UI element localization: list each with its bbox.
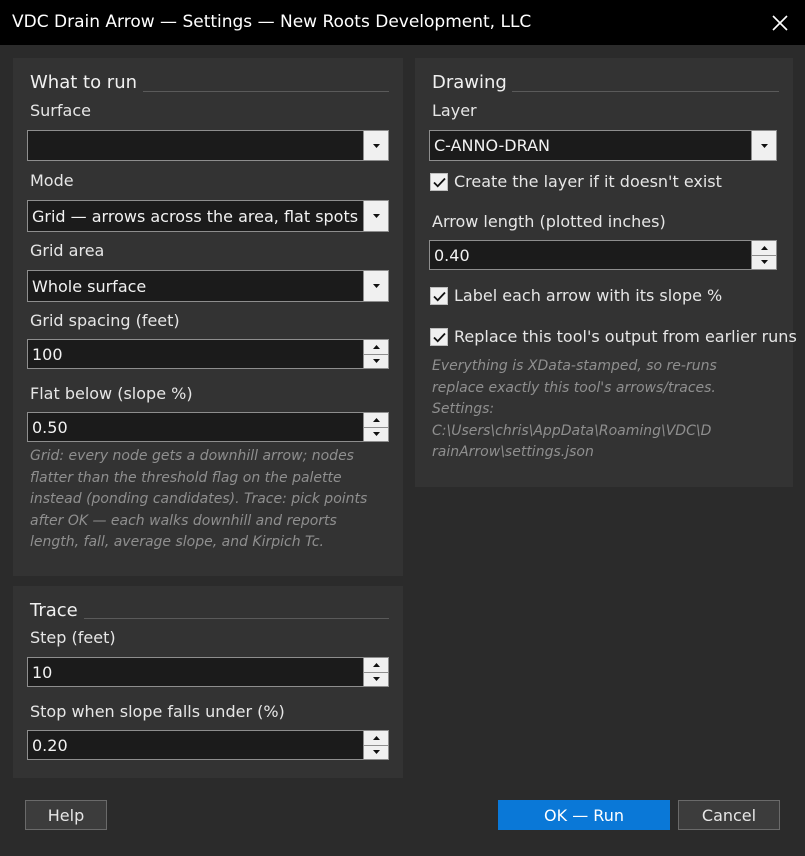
ok-run-button[interactable]: OK — Run — [498, 800, 670, 830]
replace-output-label[interactable]: Replace this tool's output from earlier … — [454, 327, 797, 346]
help-line: Grid: every node gets a downhill arrow; … — [30, 448, 354, 464]
dropdown-arrow-icon — [760, 143, 768, 148]
title-bar: VDC Drain Arrow — Settings — New Roots D… — [0, 0, 805, 45]
step-spinner — [363, 658, 388, 686]
dropdown-arrow-icon — [372, 143, 380, 148]
layer-dropdown[interactable]: C-ANNO-DRAN — [429, 130, 777, 161]
spin-down-button[interactable] — [752, 256, 776, 270]
spin-up-button[interactable] — [364, 413, 388, 428]
stop-slope-label: Stop when slope falls under (%) — [30, 702, 285, 721]
caret-down-icon — [372, 750, 380, 755]
help-button[interactable]: Help — [25, 800, 107, 830]
spin-up-button[interactable] — [364, 340, 388, 355]
caret-down-icon — [372, 359, 380, 364]
info-line: rainArrow\settings.json — [432, 444, 594, 460]
grid-spacing-input[interactable]: 100 — [27, 339, 389, 369]
spin-down-button[interactable] — [364, 673, 388, 687]
stop-slope-input[interactable]: 0.20 — [27, 730, 389, 760]
grid-area-dropdown[interactable]: Whole surface — [27, 270, 389, 302]
mode-dropdown[interactable]: Grid — arrows across the area, flat spot… — [27, 200, 389, 232]
spin-up-button[interactable] — [364, 731, 388, 746]
divider — [512, 91, 779, 92]
window-title: VDC Drain Arrow — Settings — New Roots D… — [12, 12, 532, 32]
spin-down-button[interactable] — [364, 355, 388, 369]
mode-dropdown-toggle[interactable] — [363, 201, 388, 231]
checkmark-icon — [432, 332, 446, 342]
arrow-length-spinner — [751, 241, 776, 269]
layer-label: Layer — [432, 101, 477, 120]
step-value: 10 — [32, 662, 53, 682]
label-slope-checkbox[interactable] — [430, 287, 448, 305]
divider — [143, 91, 389, 92]
grid-spacing-label: Grid spacing (feet) — [30, 311, 180, 330]
arrow-length-input[interactable]: 0.40 — [429, 240, 777, 270]
label-slope-label[interactable]: Label each arrow with its slope % — [454, 286, 722, 305]
spin-down-button[interactable] — [364, 428, 388, 442]
info-line: replace exactly this tool's arrows/trace… — [432, 379, 716, 396]
drawing-info-text: Everything is XData-stamped, so re-runs … — [432, 356, 792, 464]
grid-help-text: Grid: every node gets a downhill arrow; … — [30, 446, 395, 554]
checkmark-icon — [432, 177, 446, 187]
dropdown-arrow-icon — [372, 284, 380, 288]
grid-spacing-value: 100 — [32, 344, 63, 364]
what-to-run-heading: What to run — [30, 72, 138, 93]
mode-label: Mode — [30, 171, 74, 190]
caret-up-icon — [372, 735, 380, 740]
surface-value — [32, 131, 362, 160]
caret-down-icon — [372, 677, 380, 682]
drawing-heading: Drawing — [432, 72, 507, 93]
create-layer-checkbox[interactable] — [430, 173, 448, 191]
help-line: instead (ponding candidates). Trace: pic… — [30, 491, 368, 507]
help-line: flatter than the threshold flag on the p… — [30, 469, 342, 486]
cancel-button[interactable]: Cancel — [678, 800, 780, 830]
step-input[interactable]: 10 — [27, 657, 389, 687]
info-line: Everything is XData-stamped, so re-runs — [432, 358, 717, 374]
divider — [84, 618, 389, 619]
arrow-length-label: Arrow length (plotted inches) — [432, 212, 666, 231]
caret-down-icon — [372, 432, 380, 437]
flat-below-input[interactable]: 0.50 — [27, 412, 389, 442]
close-icon — [772, 14, 788, 31]
step-label: Step (feet) — [30, 628, 116, 647]
spin-down-button[interactable] — [364, 746, 388, 760]
create-layer-label[interactable]: Create the layer if it doesn't exist — [454, 172, 722, 191]
surface-dropdown-toggle[interactable] — [363, 131, 388, 160]
arrow-length-value: 0.40 — [434, 245, 470, 265]
checkmark-icon — [432, 291, 446, 301]
caret-up-icon — [760, 245, 768, 250]
help-line: length, fall, average slope, and Kirpich… — [30, 534, 325, 550]
grid-area-value: Whole surface — [32, 276, 147, 296]
info-line: Settings: — [432, 401, 495, 417]
caret-up-icon — [372, 417, 380, 422]
stop-slope-spinner — [363, 731, 388, 759]
grid-area-dropdown-toggle[interactable] — [363, 271, 388, 301]
surface-label: Surface — [30, 101, 91, 120]
surface-dropdown[interactable] — [27, 130, 389, 161]
flat-below-spinner — [363, 413, 388, 441]
close-button[interactable] — [755, 0, 805, 45]
help-line: after OK — each walks downhill and repor… — [30, 512, 337, 529]
caret-up-icon — [372, 344, 380, 349]
trace-heading: Trace — [30, 600, 78, 621]
spin-up-button[interactable] — [752, 241, 776, 256]
grid-area-label: Grid area — [30, 241, 105, 260]
mode-value: Grid — arrows across the area, flat spot… — [32, 206, 362, 226]
dropdown-arrow-icon — [372, 214, 380, 218]
info-line: C:\Users\chris\AppData\Roaming\VDC\D — [432, 422, 712, 439]
flat-below-label: Flat below (slope %) — [30, 384, 193, 403]
layer-value: C-ANNO-DRAN — [434, 136, 550, 155]
grid-spacing-spinner — [363, 340, 388, 368]
layer-dropdown-toggle[interactable] — [751, 131, 776, 160]
caret-down-icon — [760, 260, 768, 265]
spin-up-button[interactable] — [364, 658, 388, 673]
stop-slope-value: 0.20 — [32, 735, 68, 755]
caret-up-icon — [372, 662, 380, 667]
flat-below-value: 0.50 — [32, 417, 68, 437]
replace-output-checkbox[interactable] — [430, 328, 448, 346]
